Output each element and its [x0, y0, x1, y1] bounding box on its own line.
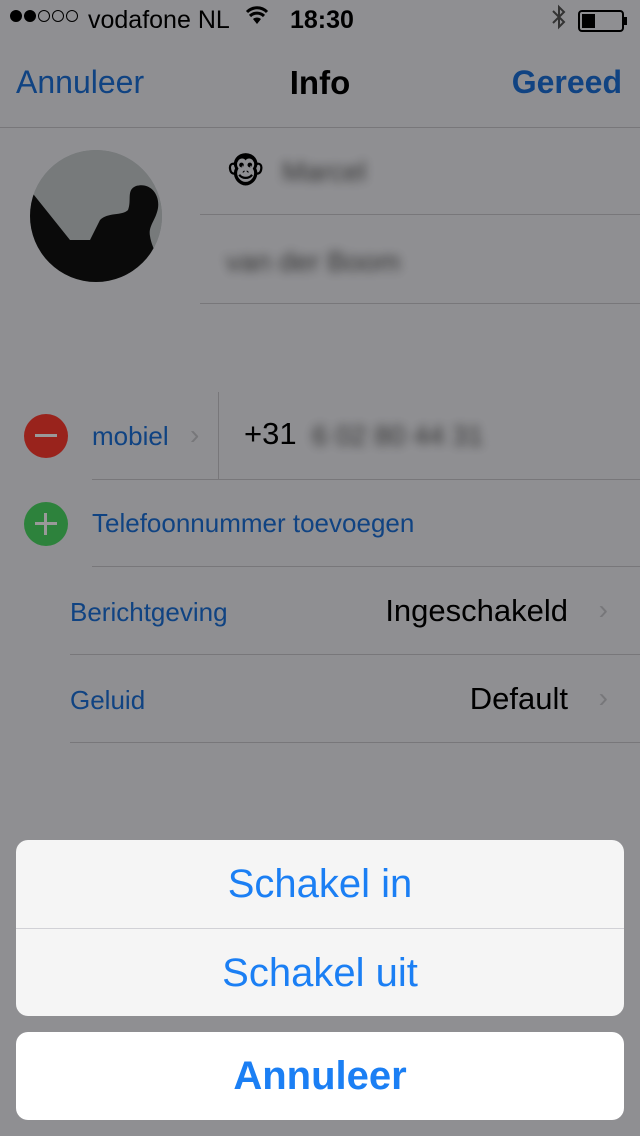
- disable-button[interactable]: Schakel uit: [16, 929, 624, 1016]
- enable-button[interactable]: Schakel in: [16, 840, 624, 928]
- action-sheet: Schakel in Schakel uit: [16, 840, 624, 1016]
- sheet-cancel-button[interactable]: Annuleer: [16, 1032, 624, 1120]
